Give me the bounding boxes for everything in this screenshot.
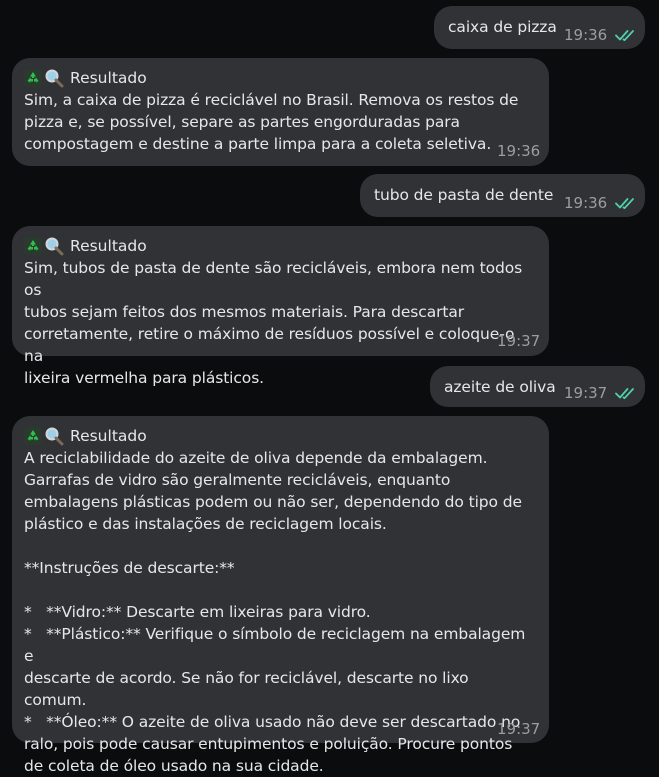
recycle-icon (24, 427, 42, 445)
message-header: Resultado (24, 67, 535, 89)
message-text: caixa de pizza (448, 18, 557, 36)
double-check-icon (615, 388, 634, 400)
message-time: 19:36 (564, 26, 608, 44)
magnifier-icon (45, 237, 64, 256)
chat-area: caixa de pizza 19:36 Resultado Sim, a ca… (0, 0, 659, 775)
message-text: tubo de pasta de dente (374, 186, 554, 204)
message-time: 19:37 (497, 332, 541, 350)
outgoing-message[interactable]: tubo de pasta de dente 19:36 (360, 174, 645, 217)
message-time: 19:37 (497, 720, 541, 738)
incoming-message[interactable]: Resultado Sim, tubos de pasta de dente s… (12, 226, 549, 387)
outgoing-message[interactable]: azeite de oliva 19:37 (430, 366, 645, 407)
message-header-label: Resultado (70, 237, 147, 255)
outgoing-message[interactable]: caixa de pizza 19:36 (434, 6, 645, 49)
magnifier-icon (45, 427, 64, 446)
incoming-message[interactable]: Resultado Sim, a caixa de pizza é recicl… (12, 58, 549, 166)
message-header-label: Resultado (70, 427, 147, 445)
message-text: azeite de oliva (444, 378, 556, 396)
message-time: 19:37 (564, 384, 608, 402)
message-header-label: Resultado (70, 69, 147, 87)
recycle-icon (24, 237, 42, 255)
message-header: Resultado (24, 235, 535, 257)
message-time: 19:36 (497, 142, 541, 160)
recycle-icon (24, 69, 42, 87)
magnifier-icon (45, 69, 64, 88)
double-check-icon (615, 198, 634, 210)
double-check-icon (615, 30, 634, 42)
message-text: A reciclabilidade do azeite de oliva dep… (24, 449, 526, 775)
incoming-message[interactable]: Resultado A reciclabilidade do azeite de… (12, 416, 549, 775)
message-time: 19:36 (564, 194, 608, 212)
message-text: Sim, a caixa de pizza é reciclável no Br… (24, 91, 519, 153)
message-header: Resultado (24, 425, 535, 447)
